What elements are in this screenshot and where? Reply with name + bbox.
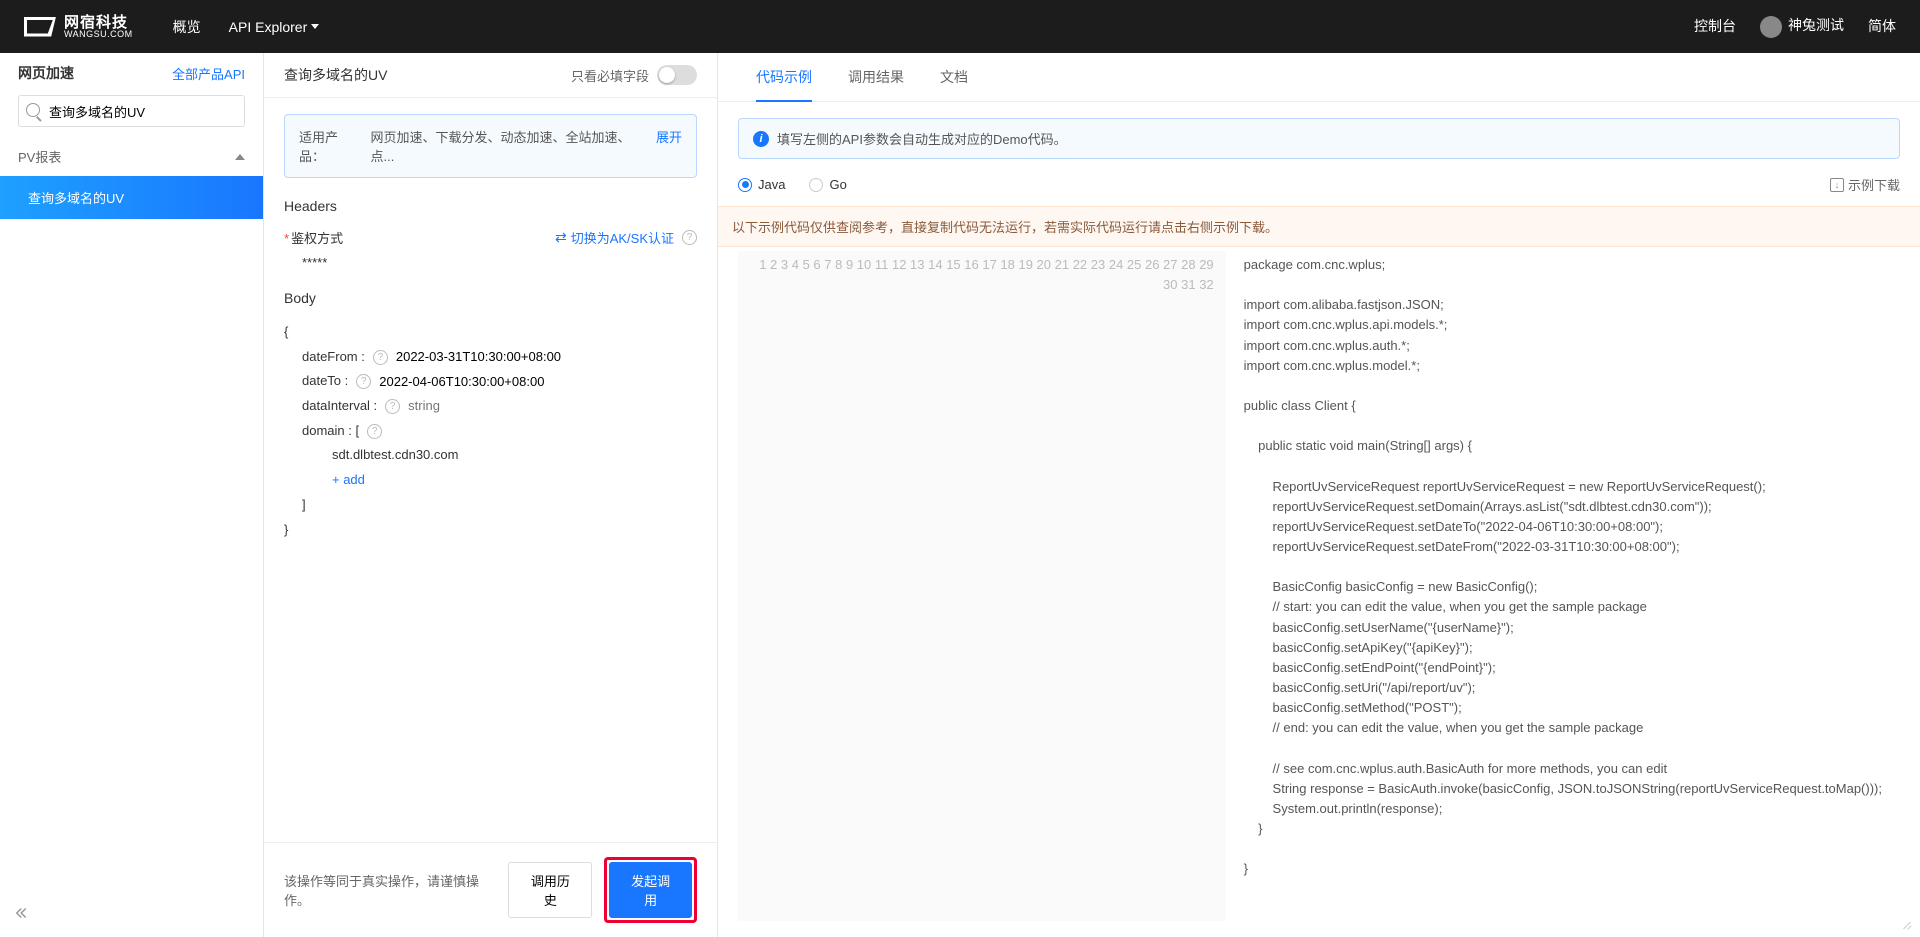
header-right: 控制台 神兔测试 简体: [1694, 15, 1896, 37]
datefrom-label: dateFrom :: [302, 345, 365, 370]
info-icon: i: [753, 131, 769, 147]
product-info-box: 适用产品： 网页加速、下载分发、动态加速、全站加速、点... 展开: [284, 114, 697, 178]
required-only-toggle[interactable]: [657, 65, 697, 85]
auth-field-row: *鉴权方式 ⇄ 切换为AK/SK认证 ?: [284, 228, 697, 247]
domain-label: domain : [: [302, 419, 359, 444]
user-name: 神兔测试: [1788, 17, 1844, 33]
params-header: 查询多域名的UV 只看必填字段: [264, 53, 717, 98]
help-icon[interactable]: ?: [385, 399, 400, 414]
avatar-icon: [1760, 16, 1782, 38]
brace-close: }: [284, 518, 697, 543]
footer-warning: 该操作等同于真实操作，请谨慎操作。: [284, 871, 496, 909]
brand-en: WANGSU.COM: [64, 30, 133, 39]
nav-api-explorer-label: API Explorer: [229, 19, 308, 35]
help-icon[interactable]: ?: [356, 374, 371, 389]
app-header: 网宿科技 WANGSU.COM 概览 API Explorer 控制台 神兔测试…: [0, 0, 1920, 53]
help-icon[interactable]: ?: [373, 350, 388, 365]
top-nav: 概览 API Explorer: [173, 17, 320, 37]
logo-icon: [24, 17, 56, 37]
result-panel: 代码示例 调用结果 文档 i 填写左侧的API参数会自动生成对应的Demo代码。…: [718, 53, 1920, 937]
domain-item-0[interactable]: sdt.dlbtest.cdn30.com: [284, 443, 697, 468]
nav-api-explorer[interactable]: API Explorer: [229, 17, 320, 37]
code-content[interactable]: package com.cnc.wplus; import com.alibab…: [1226, 251, 1900, 921]
datainterval-label: dataInterval :: [302, 394, 377, 419]
code-warning-strip: 以下示例代码仅供查阅参考，直接复制代码无法运行，若需实际代码运行请点击右侧示例下…: [718, 206, 1920, 247]
lang-java-label: Java: [758, 177, 785, 192]
code-info-box: i 填写左侧的API参数会自动生成对应的Demo代码。: [738, 118, 1900, 159]
lang-go-label: Go: [829, 177, 846, 192]
invoke-button-highlight: 发起调用: [604, 857, 697, 923]
download-sample-link[interactable]: 示例下载: [1830, 175, 1900, 194]
params-footer: 该操作等同于真实操作，请谨慎操作。 调用历史 发起调用: [264, 842, 717, 937]
sidebar-section-label: PV报表: [18, 147, 61, 166]
domain-array-close: ]: [284, 493, 697, 518]
main-layout: 网页加速 全部产品API PV报表 查询多域名的UV 查询多域名的UV 只看必填…: [0, 53, 1920, 937]
tab-doc[interactable]: 文档: [922, 53, 986, 101]
params-panel: 查询多域名的UV 只看必填字段 适用产品： 网页加速、下载分发、动态加速、全站加…: [264, 53, 718, 937]
product-info-text: 网页加速、下载分发、动态加速、全站加速、点...: [371, 127, 648, 165]
brace-open: {: [284, 320, 697, 345]
product-info-label: 适用产品：: [299, 127, 363, 165]
dateto-label: dateTo :: [302, 369, 348, 394]
lang-go-radio[interactable]: Go: [809, 177, 846, 192]
search-icon: [26, 103, 40, 117]
console-link[interactable]: 控制台: [1694, 16, 1736, 36]
datainterval-input[interactable]: [408, 398, 608, 414]
all-products-link[interactable]: 全部产品API: [172, 64, 245, 83]
code-info-text: 填写左侧的API参数会自动生成对应的Demo代码。: [777, 129, 1067, 148]
lang-selector: Java Go 示例下载: [738, 175, 1900, 194]
brand-cn: 网宿科技: [64, 15, 133, 30]
code-gutter: 1 2 3 4 5 6 7 8 9 10 11 12 13 14 15 16 1…: [738, 251, 1226, 921]
help-icon[interactable]: ?: [367, 424, 382, 439]
sidebar-section-pv[interactable]: PV报表: [0, 137, 263, 176]
nav-overview[interactable]: 概览: [173, 17, 201, 37]
search-input[interactable]: [18, 95, 245, 127]
sidebar-search: [18, 95, 245, 127]
tab-code-sample[interactable]: 代码示例: [738, 53, 830, 101]
result-body: i 填写左侧的API参数会自动生成对应的Demo代码。 Java Go 示例下载…: [718, 102, 1920, 937]
params-body: 适用产品： 网页加速、下载分发、动态加速、全站加速、点... 展开 Header…: [264, 98, 717, 842]
dateto-input[interactable]: [379, 374, 579, 390]
sidebar-item-label: 查询多域名的UV: [28, 191, 124, 206]
datefrom-input[interactable]: [396, 349, 596, 365]
expand-products-link[interactable]: 展开: [656, 127, 682, 165]
api-title: 查询多域名的UV: [284, 65, 387, 85]
chevron-down-icon: [311, 24, 319, 29]
download-label: 示例下载: [1848, 175, 1900, 194]
headers-section-title: Headers: [284, 198, 697, 214]
body-section-title: Body: [284, 290, 697, 306]
result-tabs: 代码示例 调用结果 文档: [718, 53, 1920, 102]
required-only-label: 只看必填字段: [571, 66, 649, 85]
code-sample[interactable]: 1 2 3 4 5 6 7 8 9 10 11 12 13 14 15 16 1…: [738, 251, 1900, 921]
help-icon[interactable]: ?: [682, 230, 697, 245]
sidebar: 网页加速 全部产品API PV报表 查询多域名的UV: [0, 53, 264, 937]
invoke-button[interactable]: 发起调用: [609, 862, 692, 918]
auth-label: 鉴权方式: [291, 231, 343, 246]
user-menu[interactable]: 神兔测试: [1760, 15, 1844, 37]
add-domain-button[interactable]: + add: [284, 468, 697, 493]
sidebar-item-uv[interactable]: 查询多域名的UV: [0, 176, 263, 219]
sidebar-title: 网页加速: [18, 63, 74, 83]
brand-logo[interactable]: 网宿科技 WANGSU.COM: [24, 15, 133, 39]
auth-switch-link[interactable]: ⇄ 切换为AK/SK认证 ?: [555, 228, 697, 247]
lang-java-radio[interactable]: Java: [738, 177, 785, 192]
body-editor: { dateFrom : ? dateTo : ? dataInterval :…: [284, 320, 697, 542]
auth-switch-label: 切换为AK/SK认证: [571, 228, 674, 247]
lang-switch[interactable]: 简体: [1868, 16, 1896, 36]
auth-value: *****: [284, 255, 697, 270]
history-button[interactable]: 调用历史: [508, 862, 592, 918]
collapse-icon: [10, 904, 28, 922]
chevron-up-icon: [235, 154, 245, 160]
download-icon: [1830, 178, 1844, 192]
swap-icon: ⇄: [555, 229, 567, 246]
sidebar-collapse-button[interactable]: [0, 892, 263, 937]
resize-handle-icon[interactable]: [1898, 915, 1912, 929]
tab-call-result[interactable]: 调用结果: [830, 53, 922, 101]
